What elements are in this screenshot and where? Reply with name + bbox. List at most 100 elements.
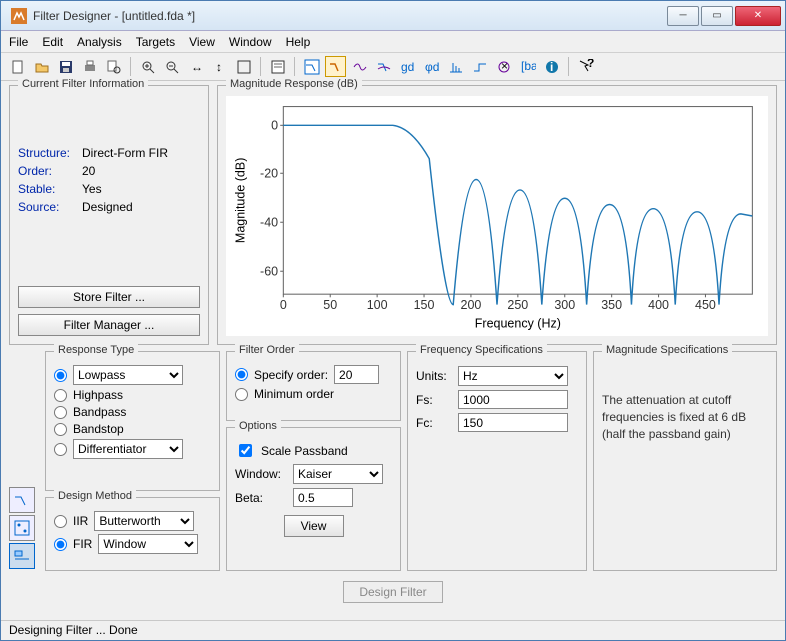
structure-value: Direct-Form FIR (82, 146, 200, 160)
fs-input[interactable] (458, 390, 568, 409)
polezero-icon[interactable]: × (493, 56, 514, 77)
titlebar: Filter Designer - [untitled.fda *] ─ ▭ ✕ (1, 1, 785, 31)
mag-legend: Magnitude Specifications (602, 344, 732, 356)
fullview-icon[interactable] (233, 56, 254, 77)
design-method-panel: Design Method IIRButterworth FIRWindow (45, 497, 220, 571)
menu-analysis[interactable]: Analysis (77, 35, 122, 49)
impresp-icon[interactable] (445, 56, 466, 77)
zoomin-icon[interactable] (137, 56, 158, 77)
iir-radio[interactable] (54, 515, 67, 528)
svg-text:450: 450 (695, 298, 716, 312)
source-value: Designed (82, 200, 200, 214)
phaseresp-icon[interactable] (349, 56, 370, 77)
filter-info-legend: Current Filter Information (18, 78, 148, 90)
xlabel: Frequency (Hz) (475, 317, 561, 331)
svg-text:100: 100 (367, 298, 388, 312)
menu-window[interactable]: Window (229, 35, 272, 49)
beta-input[interactable] (293, 488, 353, 507)
printpreview-icon[interactable] (103, 56, 124, 77)
minimize-button[interactable]: ─ (667, 6, 699, 26)
svg-text:0: 0 (271, 118, 278, 132)
iir-label: IIR (73, 514, 88, 528)
freq-spec-panel: Frequency Specifications Units:Hz Fs: Fc… (407, 351, 587, 571)
close-button[interactable]: ✕ (735, 6, 781, 26)
specify-order-radio[interactable] (235, 368, 248, 381)
menu-targets[interactable]: Targets (136, 35, 175, 49)
beta-label: Beta: (235, 491, 287, 505)
minimum-order-label: Minimum order (254, 387, 334, 401)
store-filter-button[interactable]: Store Filter ... (18, 286, 200, 308)
magphase-icon[interactable] (373, 56, 394, 77)
side-tool-3-icon[interactable] (9, 543, 35, 569)
side-tool-1-icon[interactable] (9, 487, 35, 513)
open-icon[interactable] (31, 56, 52, 77)
bandstop-radio[interactable] (54, 423, 67, 436)
specify-order-label: Specify order: (254, 368, 328, 382)
highpass-radio[interactable] (54, 389, 67, 402)
window-label: Window: (235, 467, 287, 481)
fc-label: Fc: (416, 416, 452, 430)
maximize-button[interactable]: ▭ (701, 6, 733, 26)
units-select[interactable]: Hz (458, 366, 568, 386)
status-bar: Designing Filter ... Done (1, 620, 785, 640)
side-tool-2-icon[interactable] (9, 515, 35, 541)
magresp-icon[interactable] (325, 56, 346, 77)
whatsthis-icon[interactable]: ? (575, 56, 596, 77)
zoomout-icon[interactable] (161, 56, 182, 77)
new-icon[interactable] (7, 56, 28, 77)
design-legend: Design Method (54, 490, 136, 502)
zoomy-icon[interactable]: ↕ (209, 56, 230, 77)
svg-text:150: 150 (414, 298, 435, 312)
mag-note: The attenuation at cutoff frequencies is… (602, 392, 768, 442)
menu-view[interactable]: View (189, 35, 215, 49)
info-icon[interactable]: i (541, 56, 562, 77)
fir-radio[interactable] (54, 538, 67, 551)
svg-text:-60: -60 (260, 264, 278, 278)
menu-help[interactable]: Help (286, 35, 311, 49)
save-icon[interactable] (55, 56, 76, 77)
lowpass-radio[interactable] (54, 369, 67, 382)
print-icon[interactable] (79, 56, 100, 77)
svg-text:400: 400 (648, 298, 669, 312)
menu-edit[interactable]: Edit (42, 35, 63, 49)
svg-text:350: 350 (601, 298, 622, 312)
order-legend: Filter Order (235, 344, 299, 356)
groupdelay-icon[interactable]: gd (397, 56, 418, 77)
design-filter-button[interactable]: Design Filter (343, 581, 443, 603)
svg-text:[ba]: [ba] (521, 59, 536, 73)
side-tool-column (9, 351, 39, 571)
scale-passband-checkbox[interactable] (239, 444, 252, 457)
stable-label: Stable: (18, 182, 82, 196)
specify-order-input[interactable] (334, 365, 379, 384)
zoomx-icon[interactable]: ↔ (185, 56, 206, 77)
minimum-order-radio[interactable] (235, 388, 248, 401)
scale-passband-label: Scale Passband (261, 444, 348, 458)
ylabel: Magnitude (dB) (234, 158, 248, 243)
view-button[interactable]: View (284, 515, 344, 537)
stable-value: Yes (82, 182, 200, 196)
menubar: File Edit Analysis Targets View Window H… (1, 31, 785, 53)
menu-file[interactable]: File (9, 35, 28, 49)
window-select[interactable]: Kaiser (293, 464, 383, 484)
diff-select[interactable]: Differentiator (73, 439, 183, 459)
svg-text:i: i (550, 60, 553, 74)
lowpass-select[interactable]: Lowpass (73, 365, 183, 385)
fir-select[interactable]: Window (98, 534, 198, 554)
iir-select[interactable]: Butterworth (94, 511, 194, 531)
structure-label: Structure: (18, 146, 82, 160)
specs-icon[interactable] (267, 56, 288, 77)
stepresp-icon[interactable] (469, 56, 490, 77)
phasedelay-icon[interactable]: φd (421, 56, 442, 77)
svg-text:φd: φd (425, 60, 439, 74)
svg-text:200: 200 (461, 298, 482, 312)
filter-spec-icon[interactable] (301, 56, 322, 77)
current-filter-info-panel: Current Filter Information Structure: Di… (9, 85, 209, 345)
diff-radio[interactable] (54, 443, 67, 456)
bandstop-label: Bandstop (73, 422, 124, 436)
bandpass-radio[interactable] (54, 406, 67, 419)
fc-input[interactable] (458, 413, 568, 432)
options-legend: Options (235, 420, 281, 432)
coeff-icon[interactable]: [ba] (517, 56, 538, 77)
filter-manager-button[interactable]: Filter Manager ... (18, 314, 200, 336)
app-icon (11, 8, 27, 24)
